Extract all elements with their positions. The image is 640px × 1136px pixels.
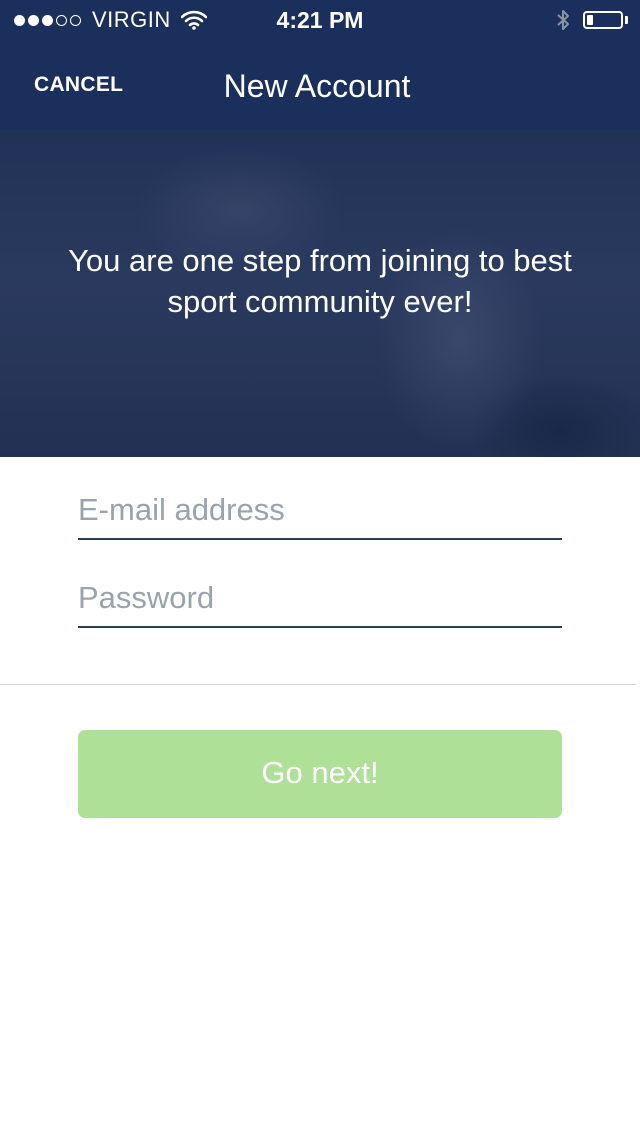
status-bar: VIRGIN 4:21 PM [0, 0, 640, 40]
page-title: New Account [223, 68, 411, 104]
navigation-bar: CANCEL New Account [0, 40, 640, 130]
go-next-button[interactable]: Go next! [78, 730, 562, 818]
status-time: 4:21 PM [276, 7, 364, 33]
password-field [78, 566, 562, 628]
section-divider [0, 684, 636, 685]
password-input[interactable] [78, 580, 562, 616]
email-input[interactable] [78, 492, 562, 528]
battery-tip [625, 16, 628, 24]
bluetooth-icon [557, 10, 569, 30]
email-field [78, 478, 562, 540]
hero-banner: You are one step from joining to best sp… [0, 130, 640, 457]
hero-message: You are one step from joining to best sp… [68, 243, 572, 319]
status-right [555, 8, 628, 32]
battery-icon [583, 11, 623, 29]
battery-level [587, 15, 594, 25]
